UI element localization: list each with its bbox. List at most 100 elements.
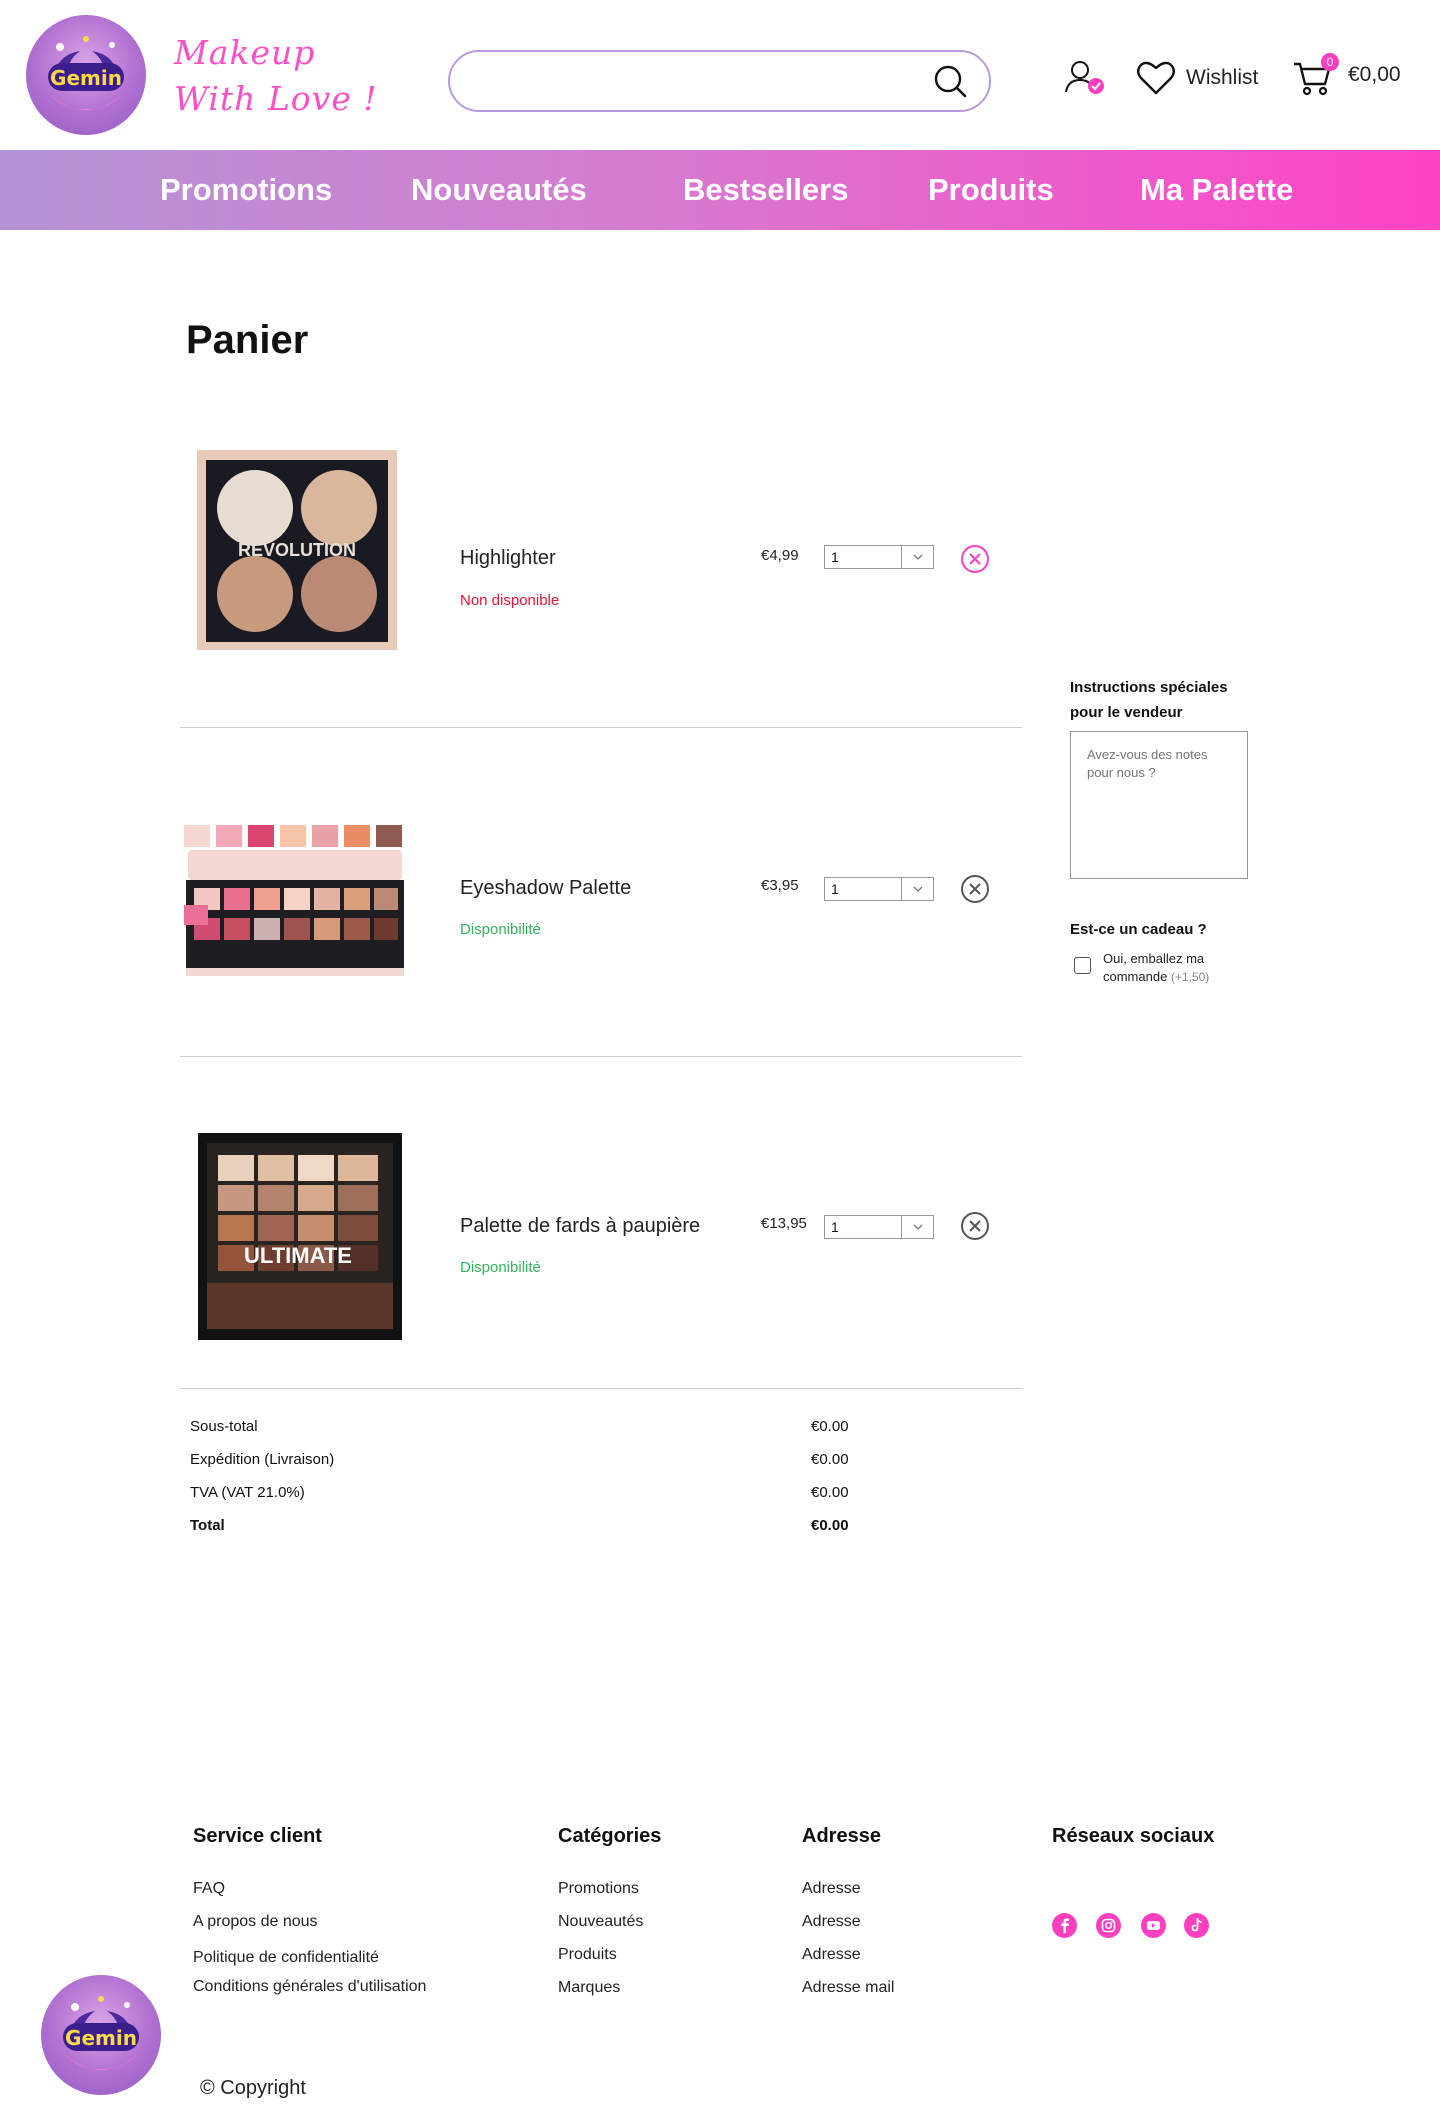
cart-link[interactable]: 0 €0,00 (1292, 52, 1401, 98)
summary-value: €0.00 (811, 1517, 849, 1534)
remove-item-icon[interactable] (960, 874, 990, 904)
footer-link-address[interactable]: Adresse (802, 1913, 861, 1931)
search-input[interactable] (474, 52, 934, 110)
product-brand-text: ULTIMATE (244, 1243, 352, 1268)
footer-link-terms[interactable]: Conditions générales d'utilisation (193, 1978, 426, 1996)
footer-link-produits[interactable]: Produits (558, 1946, 617, 1964)
item-availability: Disponibilité (460, 921, 541, 938)
tagline-line-2: With Love ! (174, 79, 378, 118)
nav-bestsellers[interactable]: Bestsellers (683, 150, 848, 230)
cart-count-badge: 0 (1321, 53, 1339, 71)
chevron-down-icon (913, 1224, 923, 1230)
product-image-eyeshadow[interactable] (180, 770, 410, 1000)
logo-graphic: Gemin (63, 1996, 139, 2070)
summary-row-shipping: Expédition (Livraison) €0.00 (190, 1451, 870, 1484)
summary-row-total: Total €0.00 (190, 1517, 870, 1550)
item-name[interactable]: Highlighter (460, 547, 556, 570)
gift-label-line-2: commande (+1,50) (1103, 968, 1209, 986)
instagram-icon[interactable] (1096, 1913, 1121, 1938)
quantity-select[interactable]: 1 (824, 1215, 934, 1239)
page-title: Panier (186, 318, 309, 362)
select-divider (901, 1216, 902, 1238)
footer-link-nouveautes[interactable]: Nouveautés (558, 1913, 643, 1931)
footer-link-privacy[interactable]: Politique de confidentialité (193, 1949, 379, 1967)
copyright-text: © Copyright (200, 2077, 306, 2099)
nav-promotions[interactable]: Promotions (160, 150, 332, 230)
footer-link-email[interactable]: Adresse mail (802, 1979, 894, 1997)
quantity-select[interactable]: 1 (824, 545, 934, 569)
cart-total: €0,00 (1348, 63, 1401, 86)
item-availability: Non disponible (460, 592, 560, 609)
footer-link-marques[interactable]: Marques (558, 1979, 620, 1997)
footer-link-address[interactable]: Adresse (802, 1946, 861, 1964)
wishlist-label: Wishlist (1186, 66, 1259, 89)
chevron-down-icon (913, 554, 923, 560)
footer-social-title: Réseaux sociaux (1052, 1825, 1215, 1847)
remove-item-icon[interactable] (960, 1211, 990, 1241)
footer-address-title: Adresse (802, 1825, 881, 1847)
heart-icon (1137, 61, 1175, 95)
search-bar (448, 50, 991, 112)
gift-label: Oui, emballez ma commande (+1,50) (1103, 950, 1209, 986)
quantity-select[interactable]: 1 (824, 877, 934, 901)
summary-value: €0.00 (811, 1484, 849, 1501)
gift-extra-price: (+1,50) (1170, 970, 1210, 984)
account-icon[interactable] (1062, 58, 1106, 98)
quantity-value: 1 (831, 881, 839, 897)
instructions-title: Instructions spéciales pour le vendeur (1070, 675, 1228, 725)
product-brand-text: REVOLUTION (238, 540, 356, 560)
product-image-highlighter[interactable]: REVOLUTION (180, 440, 410, 670)
order-summary: Sous-total €0.00 Expédition (Livraison) … (190, 1418, 870, 1550)
summary-value: €0.00 (811, 1418, 849, 1435)
footer-categories-title: Catégories (558, 1825, 662, 1847)
item-name[interactable]: Palette de fards à paupière (460, 1215, 700, 1238)
summary-label: Sous-total (190, 1418, 258, 1435)
footer-link-about[interactable]: A propos de nous (193, 1913, 318, 1931)
facebook-icon[interactable] (1052, 1913, 1077, 1938)
chevron-down-icon (913, 886, 923, 892)
tagline-line-1: Makeup (174, 33, 316, 72)
instructions-title-line-1: Instructions spéciales (1070, 679, 1228, 696)
item-divider (180, 1388, 1022, 1389)
tiktok-icon[interactable] (1184, 1913, 1209, 1938)
quantity-value: 1 (831, 1219, 839, 1235)
product-image-ultimate-palette[interactable]: ULTIMATE (180, 1123, 410, 1353)
remove-item-icon[interactable] (960, 544, 990, 574)
gift-checkbox[interactable] (1074, 957, 1091, 974)
footer-service-title: Service client (193, 1825, 322, 1847)
footer-logo[interactable]: Gemin (41, 1975, 161, 2095)
item-price: €4,99 (761, 547, 799, 564)
logo-text: Gemin (65, 2026, 137, 2050)
youtube-icon[interactable] (1141, 1913, 1166, 1938)
nav-produits[interactable]: Produits (928, 150, 1054, 230)
select-divider (901, 878, 902, 900)
item-availability: Disponibilité (460, 1259, 541, 1276)
gift-label-line-2-text: commande (1103, 969, 1168, 984)
site-logo[interactable]: Gemin (26, 15, 146, 135)
item-divider (180, 727, 1022, 728)
site-header: Gemin Makeup With Love ! Wishlist 0 €0,0… (0, 0, 1440, 150)
gift-option: Oui, emballez ma commande (+1,50) (1074, 950, 1209, 986)
summary-row-subtotal: Sous-total €0.00 (190, 1418, 870, 1451)
footer-link-faq[interactable]: FAQ (193, 1880, 225, 1898)
item-name[interactable]: Eyeshadow Palette (460, 877, 631, 900)
summary-label: Total (190, 1517, 225, 1534)
item-price: €13,95 (761, 1215, 807, 1232)
nav-ma-palette[interactable]: Ma Palette (1140, 150, 1293, 230)
wishlist-link[interactable]: Wishlist (1136, 58, 1258, 98)
summary-value: €0.00 (811, 1451, 849, 1468)
cart-item: Eyeshadow Palette Disponibilité €3,95 1 (180, 770, 1022, 1070)
quantity-value: 1 (831, 549, 839, 565)
nav-nouveautes[interactable]: Nouveautés (411, 150, 587, 230)
select-divider (901, 546, 902, 568)
footer-link-promotions[interactable]: Promotions (558, 1880, 639, 1898)
seller-notes-field[interactable] (1070, 731, 1248, 879)
footer-link-address[interactable]: Adresse (802, 1880, 861, 1898)
cart-item: REVOLUTION Highlighter Non disponible €4… (180, 440, 1022, 740)
summary-label: Expédition (Livraison) (190, 1451, 335, 1468)
brand-tagline: Makeup With Love ! (174, 30, 378, 122)
item-divider (180, 1056, 1022, 1057)
item-price: €3,95 (761, 877, 799, 894)
search-icon[interactable] (933, 64, 967, 98)
gift-label-line-1: Oui, emballez ma (1103, 951, 1205, 966)
